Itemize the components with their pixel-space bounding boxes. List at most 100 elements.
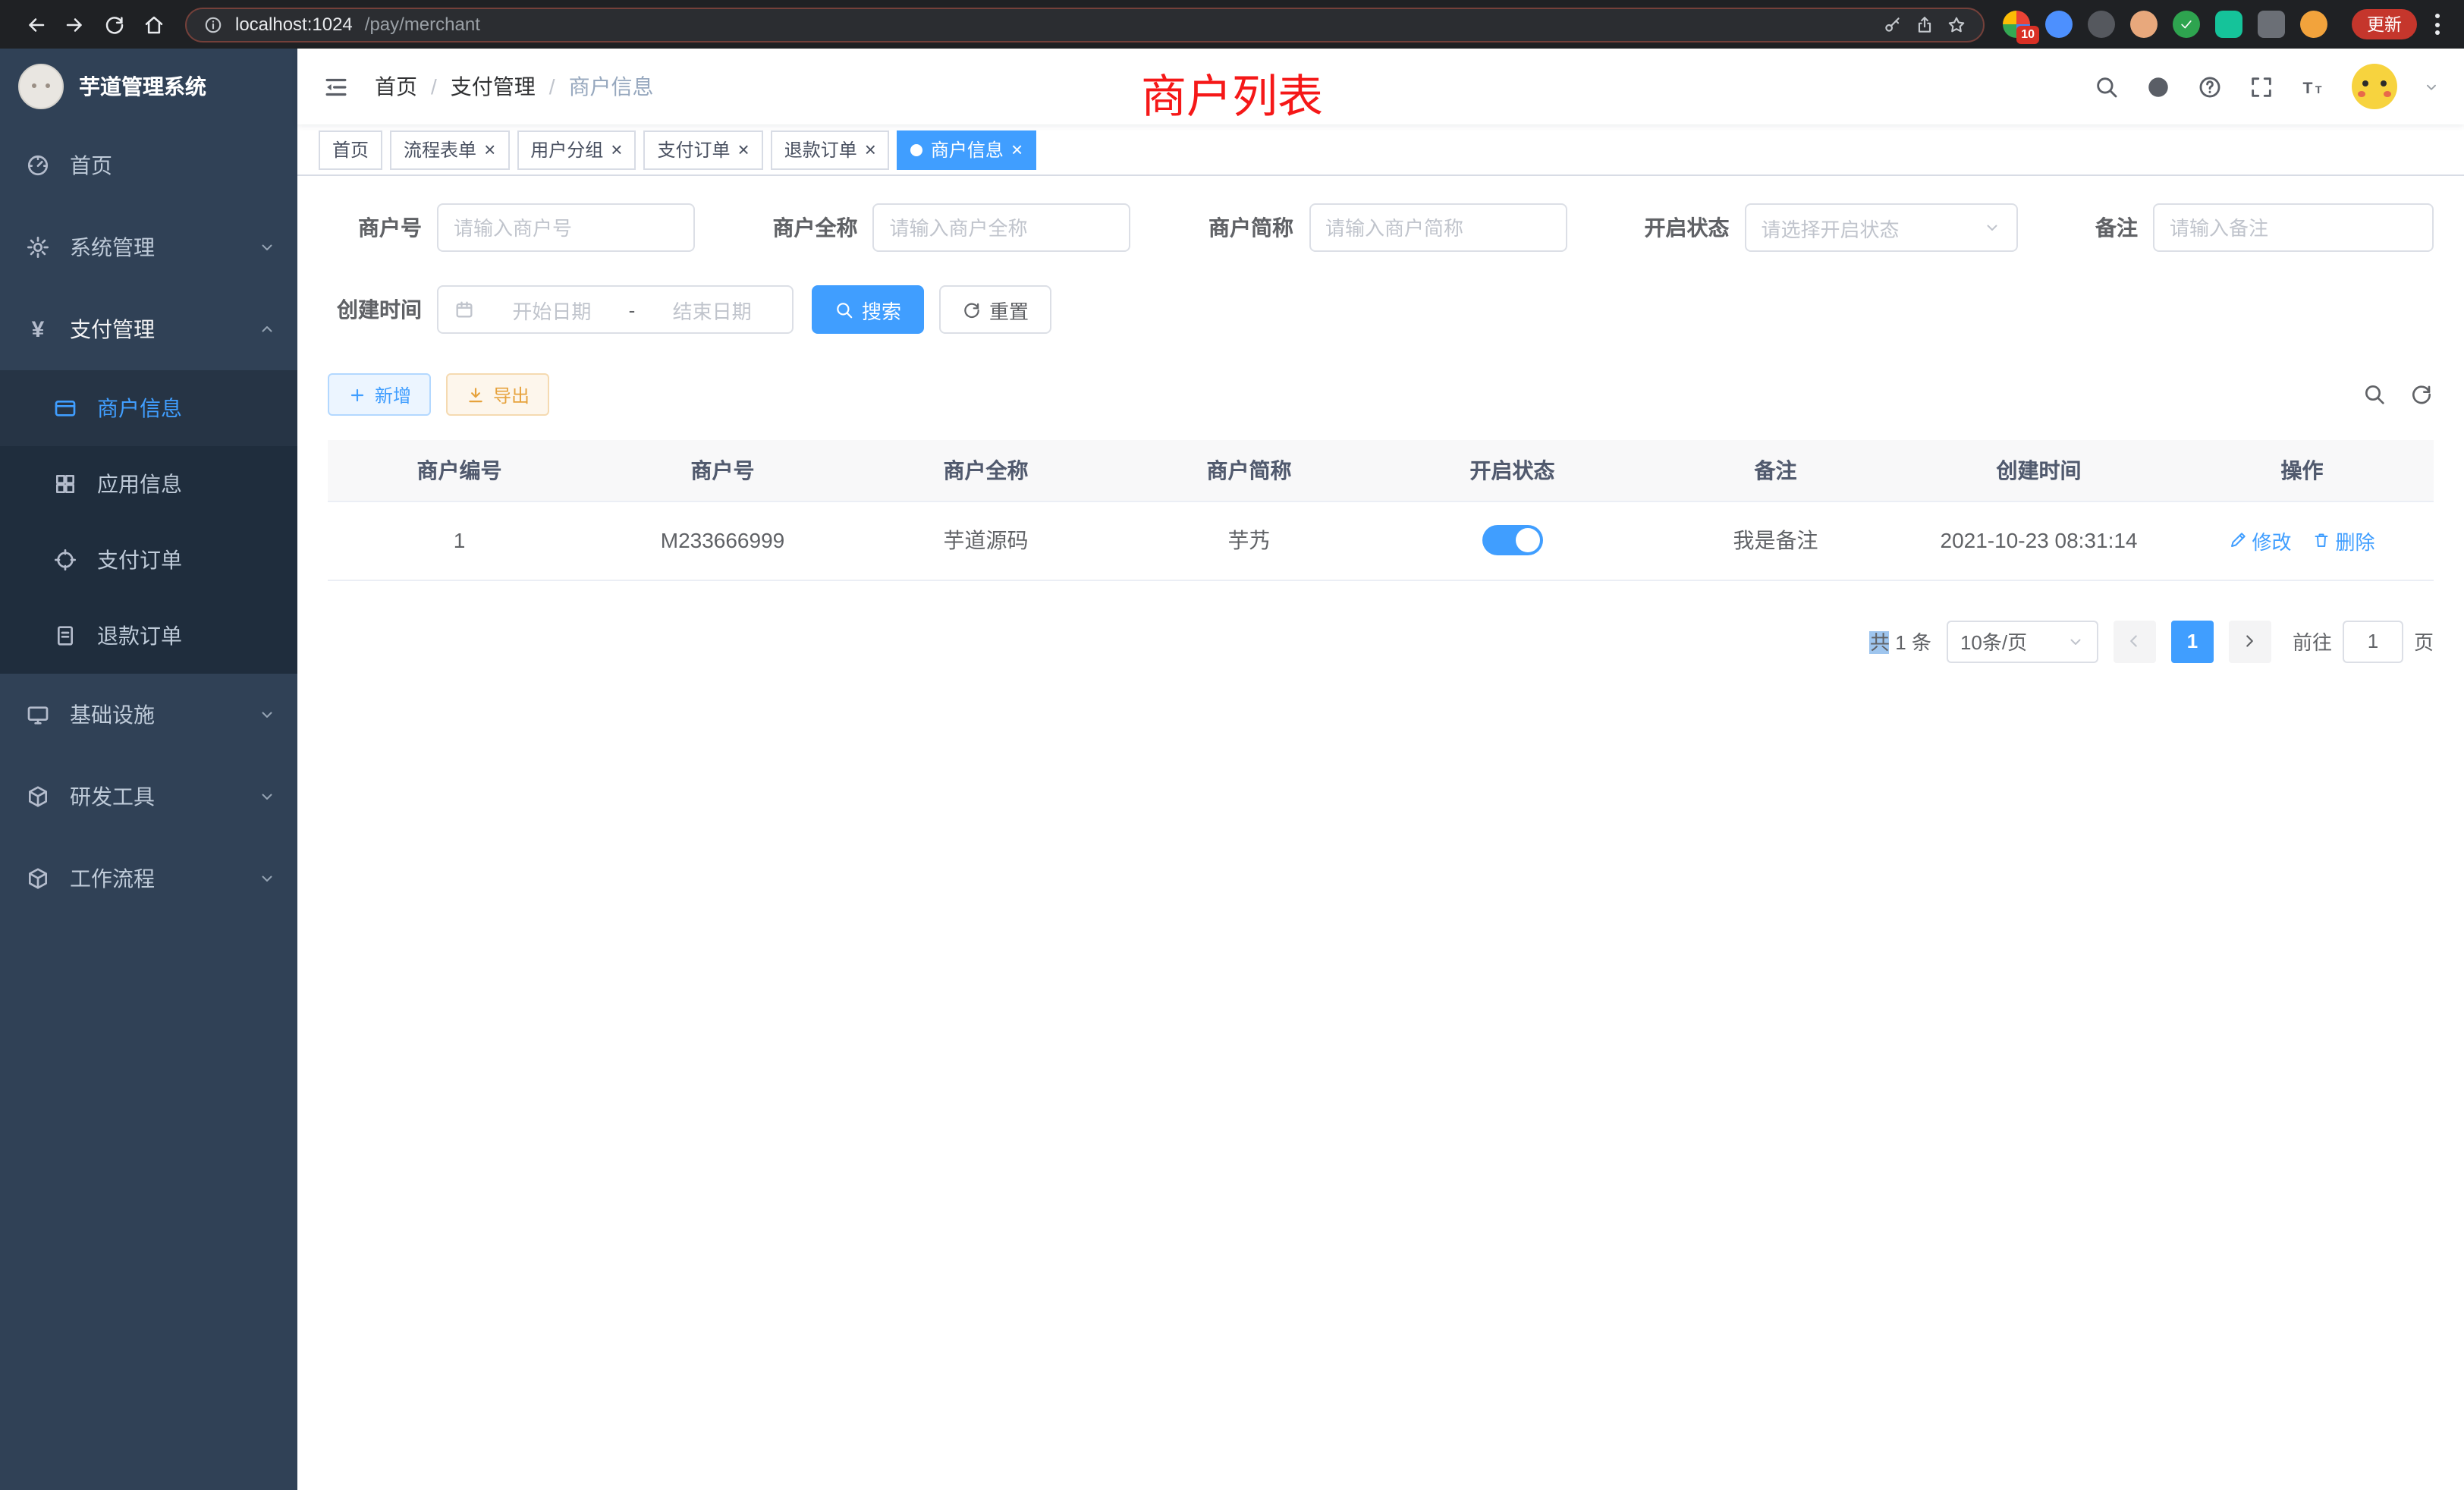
extension-icon-blue[interactable] bbox=[2045, 11, 2073, 38]
extension-icon-green-square[interactable] bbox=[2215, 11, 2242, 38]
browser-menu-icon[interactable] bbox=[2426, 14, 2449, 35]
tab-user-group[interactable]: 用户分组× bbox=[517, 130, 636, 169]
status-toggle[interactable] bbox=[1482, 525, 1543, 555]
chevron-down-icon bbox=[1983, 218, 2001, 237]
sidebar-item-home[interactable]: 首页 bbox=[0, 124, 297, 206]
goto-suffix: 页 bbox=[2414, 627, 2434, 655]
sidebar-item-system[interactable]: 系统管理 bbox=[0, 206, 297, 288]
svg-text:T: T bbox=[2315, 83, 2322, 96]
breadcrumb-item[interactable]: 首页 bbox=[375, 71, 417, 102]
add-button[interactable]: 新增 bbox=[328, 373, 431, 416]
home-icon[interactable] bbox=[134, 5, 173, 44]
tab-process-form[interactable]: 流程表单× bbox=[390, 130, 509, 169]
extension-icon-avatar[interactable] bbox=[2130, 11, 2158, 38]
download-icon bbox=[466, 385, 486, 404]
password-key-icon[interactable] bbox=[1883, 14, 1903, 34]
bookmark-star-icon[interactable] bbox=[1947, 14, 1966, 34]
pencil-icon bbox=[2229, 531, 2247, 549]
github-icon[interactable] bbox=[2145, 74, 2171, 99]
extension-icon-check[interactable] bbox=[2173, 11, 2200, 38]
chevron-up-icon bbox=[258, 320, 276, 338]
export-button[interactable]: 导出 bbox=[446, 373, 549, 416]
back-icon[interactable] bbox=[15, 5, 55, 44]
sidebar-item-workflow[interactable]: 工作流程 bbox=[0, 838, 297, 919]
date-range-picker[interactable]: 开始日期 - 结束日期 bbox=[437, 285, 794, 334]
tab-close-icon[interactable]: × bbox=[484, 140, 495, 159]
end-date-placeholder: 结束日期 bbox=[647, 295, 777, 324]
sidebar-item-label: 商户信息 bbox=[97, 393, 182, 423]
sidebar-item-infrastructure[interactable]: 基础设施 bbox=[0, 674, 297, 756]
reset-button[interactable]: 重置 bbox=[939, 285, 1051, 334]
sidebar-item-app-info[interactable]: 应用信息 bbox=[0, 446, 297, 522]
sidebar-item-label: 支付管理 bbox=[70, 314, 155, 344]
prev-page-button[interactable] bbox=[2114, 620, 2156, 662]
remark-input[interactable] bbox=[2153, 203, 2434, 252]
chevron-down-icon bbox=[258, 706, 276, 724]
sidebar-item-merchant-info[interactable]: 商户信息 bbox=[0, 370, 297, 446]
sidebar-item-payment-orders[interactable]: 支付订单 bbox=[0, 522, 297, 598]
tags-view-bar: 首页 流程表单× 用户分组× 支付订单× 退款订单× 商户信息 × bbox=[297, 124, 2464, 176]
refresh-table-icon[interactable] bbox=[2409, 382, 2434, 407]
sidebar-item-label: 首页 bbox=[70, 150, 112, 181]
column-header: 备注 bbox=[1644, 440, 1907, 501]
merchant-no-input[interactable] bbox=[437, 203, 695, 252]
full-name-input[interactable] bbox=[873, 203, 1131, 252]
delete-link[interactable]: 删除 bbox=[2313, 526, 2375, 555]
sidebar-item-dev-tools[interactable]: 研发工具 bbox=[0, 756, 297, 838]
filter-label: 商户简称 bbox=[1208, 212, 1293, 243]
tab-label: 商户信息 bbox=[931, 137, 1004, 162]
toggle-search-icon[interactable] bbox=[2362, 382, 2387, 407]
browser-update-button[interactable]: 更新 bbox=[2352, 9, 2417, 39]
site-info-icon[interactable] bbox=[203, 14, 223, 34]
avatar-caret-icon[interactable] bbox=[2423, 78, 2440, 95]
tab-payment-orders[interactable]: 支付订单× bbox=[643, 130, 762, 169]
sidebar-logo[interactable]: 芋道管理系统 bbox=[0, 49, 297, 124]
cell-remark: 我是备注 bbox=[1644, 501, 1907, 580]
search-icon[interactable] bbox=[2094, 74, 2120, 99]
address-bar[interactable]: localhost:1024/pay/merchant bbox=[185, 7, 1985, 42]
cell-short-name: 芋艿 bbox=[1117, 501, 1381, 580]
extension-icon-colorful[interactable]: 10 bbox=[2003, 11, 2030, 38]
next-page-button[interactable] bbox=[2229, 620, 2271, 662]
short-name-input[interactable] bbox=[1309, 203, 1567, 252]
sidebar-item-refund-orders[interactable]: 退款订单 bbox=[0, 598, 297, 674]
extension-icon-orange[interactable] bbox=[2300, 11, 2327, 38]
goto-label: 前往 bbox=[2293, 627, 2332, 655]
fullscreen-icon[interactable] bbox=[2249, 74, 2274, 99]
tab-close-icon[interactable]: × bbox=[611, 140, 622, 159]
font-size-icon[interactable]: TT bbox=[2300, 74, 2326, 99]
navbar-actions: TT bbox=[2094, 64, 2440, 109]
total-suffix: 条 bbox=[1912, 631, 1931, 654]
page-size-select[interactable]: 10条/页 bbox=[1947, 620, 2098, 662]
refresh-icon bbox=[962, 300, 982, 319]
help-icon[interactable] bbox=[2197, 74, 2223, 99]
breadcrumb-separator: / bbox=[549, 74, 555, 99]
tab-close-icon[interactable]: × bbox=[865, 140, 876, 159]
search-button[interactable]: 搜索 bbox=[812, 285, 924, 334]
sidebar-item-payment[interactable]: ¥ 支付管理 bbox=[0, 288, 297, 370]
annotation-merchant-list: 商户列表 bbox=[1141, 59, 1323, 126]
tab-close-icon[interactable]: × bbox=[1011, 140, 1023, 159]
document-icon bbox=[52, 624, 79, 648]
forward-icon[interactable] bbox=[55, 5, 94, 44]
goto-page-input[interactable] bbox=[2343, 620, 2403, 662]
tab-home[interactable]: 首页 bbox=[319, 130, 382, 169]
page-number-button[interactable]: 1 bbox=[2171, 620, 2214, 662]
sidebar-toggle-icon[interactable] bbox=[322, 72, 350, 101]
tab-close-icon[interactable]: × bbox=[738, 140, 750, 159]
user-avatar[interactable] bbox=[2352, 64, 2397, 109]
tab-merchant-info[interactable]: 商户信息 × bbox=[897, 130, 1036, 169]
tab-refund-orders[interactable]: 退款订单× bbox=[771, 130, 890, 169]
status-select[interactable]: 请选择开启状态 bbox=[1745, 203, 2018, 252]
filter-remark: 备注 bbox=[2095, 203, 2434, 252]
edit-link[interactable]: 修改 bbox=[2229, 526, 2291, 555]
extension-icon-gray-square[interactable] bbox=[2258, 11, 2285, 38]
total-count-text: 共 1 条 bbox=[1870, 627, 1931, 655]
column-header: 创建时间 bbox=[1907, 440, 2170, 501]
breadcrumb-item[interactable]: 支付管理 bbox=[451, 71, 536, 102]
share-icon[interactable] bbox=[1915, 14, 1934, 34]
extension-icon-dark[interactable] bbox=[2088, 11, 2115, 38]
breadcrumb-item-current: 商户信息 bbox=[569, 71, 654, 102]
reload-icon[interactable] bbox=[94, 5, 134, 44]
export-button-label: 导出 bbox=[493, 382, 530, 407]
